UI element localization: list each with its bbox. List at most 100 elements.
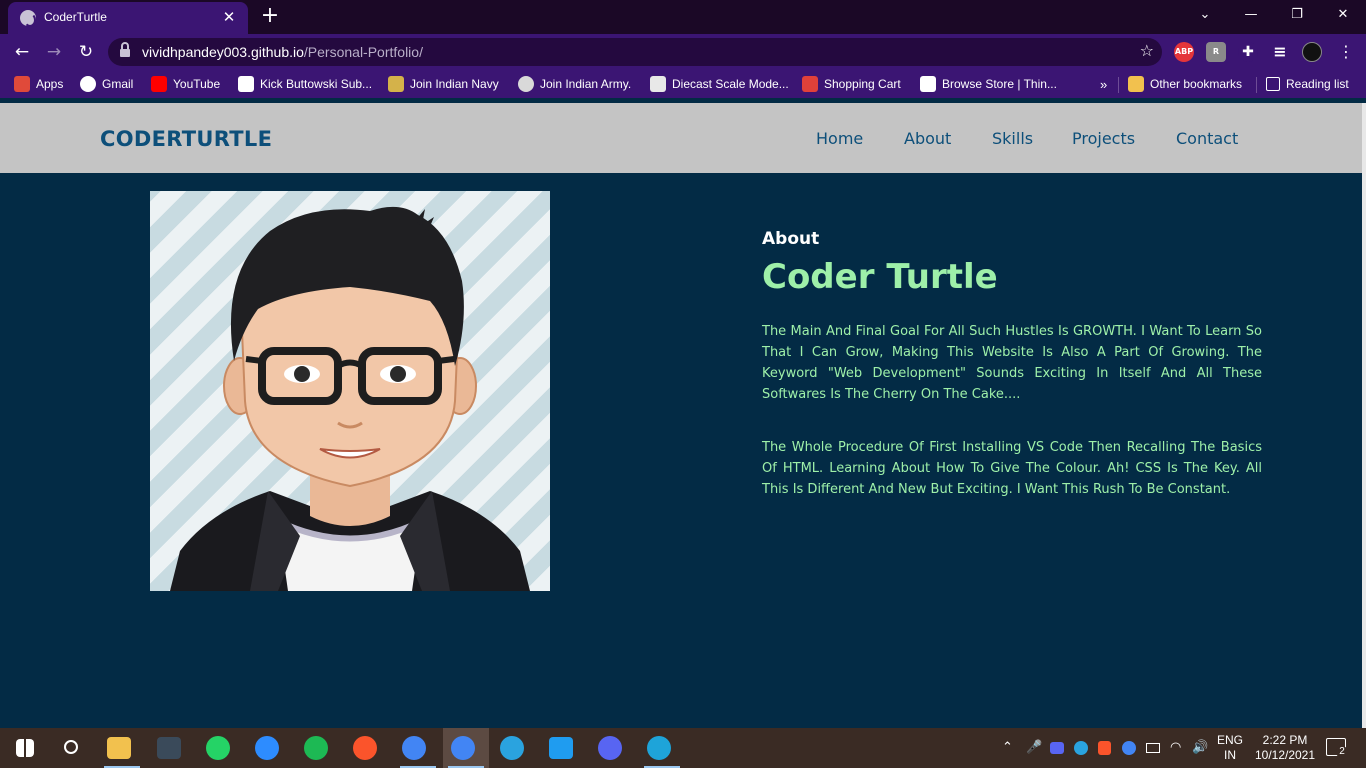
- discord-tray-icon[interactable]: [1050, 742, 1064, 754]
- chrome-profile-icon[interactable]: [451, 736, 475, 760]
- d-logo-icon: [238, 76, 254, 92]
- browser-tab[interactable]: CoderTurtle ✕: [8, 2, 248, 34]
- microphone-icon[interactable]: 🎤: [1026, 740, 1042, 755]
- close-window-button[interactable]: ✕: [1320, 0, 1366, 30]
- address-bar[interactable]: vividhpandey003.github.io/Personal-Portf…: [108, 38, 1162, 66]
- battery-icon[interactable]: [1146, 743, 1160, 753]
- brave-tray-icon[interactable]: [1098, 741, 1111, 755]
- system-clock[interactable]: 2:22 PM 10/12/2021: [1250, 733, 1320, 763]
- bookmark-label: Gmail: [102, 77, 134, 91]
- more-menu-icon[interactable]: ⋮: [1334, 40, 1358, 64]
- bookmark-item[interactable]: YouTube: [151, 75, 220, 93]
- bookmark-item[interactable]: Diecast Scale Mode...: [650, 75, 789, 93]
- search-icon[interactable]: [64, 740, 78, 754]
- nav-projects[interactable]: Projects: [1072, 129, 1135, 148]
- folder-icon: [1128, 76, 1144, 92]
- other-bookmarks-label: Other bookmarks: [1150, 77, 1243, 91]
- reading-list[interactable]: Reading list: [1266, 75, 1349, 93]
- profile-avatar-icon[interactable]: [1302, 42, 1322, 62]
- minimize-button[interactable]: —: [1228, 0, 1274, 30]
- page-scrollbar[interactable]: [1362, 103, 1366, 728]
- bookmark-item[interactable]: Join Indian Navy: [388, 75, 499, 93]
- whatsapp-icon[interactable]: [206, 736, 230, 760]
- file-explorer-icon[interactable]: [107, 737, 131, 759]
- cartoon-avatar-illustration: [170, 206, 530, 591]
- forward-button[interactable]: →: [42, 40, 66, 64]
- nav-about[interactable]: About: [904, 129, 951, 148]
- bookmark-label: Apps: [36, 77, 64, 91]
- windows-taskbar: ⌃ 🎤 ◠ 🔊 ENG IN 2:22 PM 10/12/2021 2: [0, 728, 1366, 768]
- bookmark-item[interactable]: Apps: [14, 75, 63, 93]
- telegram-tray-icon[interactable]: [1074, 741, 1088, 755]
- back-button[interactable]: ←: [10, 40, 34, 64]
- chrome-icon[interactable]: [402, 736, 426, 760]
- input-language[interactable]: ENG IN: [1214, 733, 1246, 763]
- media-icon[interactable]: ≡: [1270, 42, 1290, 62]
- google-icon: [80, 76, 96, 92]
- bookmark-label: Join Indian Army.: [540, 77, 632, 91]
- about-subtitle: About: [762, 229, 820, 249]
- discord-icon[interactable]: [598, 736, 622, 760]
- bookmark-item[interactable]: Kick Buttowski Sub...: [238, 75, 372, 93]
- puzzle-icon[interactable]: ✚: [1238, 42, 1258, 62]
- about-title: Coder Turtle: [762, 257, 998, 297]
- chrome-tray-icon[interactable]: [1122, 741, 1136, 755]
- url-text: vividhpandey003.github.io/Personal-Portf…: [142, 44, 423, 60]
- globe-icon: [20, 10, 36, 27]
- bookmark-label: Shopping Cart: [824, 77, 901, 91]
- url-path: /Personal-Portfolio/: [303, 44, 423, 60]
- nav-home[interactable]: Home: [816, 129, 863, 148]
- about-paragraph-2: The Whole Procedure Of First Installing …: [762, 440, 1262, 497]
- clock-time: 2:22 PM: [1262, 733, 1308, 747]
- volume-icon[interactable]: 🔊: [1192, 740, 1208, 755]
- reading-list-label: Reading list: [1286, 77, 1349, 91]
- browser-toolbar: ← → ↻ vividhpandey003.github.io/Personal…: [0, 34, 1366, 70]
- bookmarks-divider: [1118, 77, 1119, 93]
- new-tab-button[interactable]: +: [258, 4, 282, 28]
- url-host: vividhpandey003.github.io: [142, 44, 304, 60]
- bookmark-item[interactable]: Gmail: [80, 75, 133, 93]
- bookmark-star-icon[interactable]: ☆: [1140, 41, 1154, 60]
- nav-skills[interactable]: Skills: [992, 129, 1033, 148]
- edge-icon[interactable]: [647, 736, 671, 760]
- portfolio-page: CODERTURTLE Home About Skills Projects C…: [0, 103, 1362, 728]
- bookmark-label: Diecast Scale Mode...: [672, 77, 789, 91]
- about-paragraph-1: The Main And Final Goal For All Such Hus…: [762, 324, 1262, 402]
- site-navbar: CODERTURTLE Home About Skills Projects C…: [0, 103, 1362, 173]
- show-hidden-icons-chevron-icon[interactable]: ⌃: [1002, 740, 1013, 755]
- tab-title: CoderTurtle: [44, 10, 107, 24]
- bookmark-label: Join Indian Navy: [410, 77, 499, 91]
- browser-tab-strip: CoderTurtle ✕ + ⌄ — ❐ ✕: [0, 0, 1366, 34]
- wifi-icon[interactable]: ◠: [1170, 740, 1181, 755]
- reload-button[interactable]: ↻: [74, 40, 98, 64]
- bookmark-item[interactable]: Shopping Cart: [802, 75, 901, 93]
- other-bookmarks[interactable]: Other bookmarks: [1128, 75, 1242, 93]
- nav-contact[interactable]: Contact: [1176, 129, 1238, 148]
- bookmark-label: Browse Store | Thin...: [942, 77, 1057, 91]
- tab-search-icon[interactable]: ⌄: [1182, 0, 1228, 30]
- language-label: ENG: [1216, 733, 1243, 747]
- site-logo[interactable]: CODERTURTLE: [100, 127, 272, 151]
- vscode-icon[interactable]: [549, 737, 573, 759]
- terminal-app-icon[interactable]: [157, 737, 181, 759]
- bookmarks-bar: » Other bookmarks Reading list Apps Gmail…: [0, 70, 1366, 98]
- extension-r-icon[interactable]: R: [1206, 42, 1226, 62]
- bookmark-item[interactable]: Join Indian Army.: [518, 75, 631, 93]
- lock-icon: [120, 42, 130, 57]
- bookmark-item[interactable]: Browse Store | Thin...: [920, 75, 1057, 93]
- adblock-icon[interactable]: ABP: [1174, 42, 1194, 62]
- store-icon: [650, 76, 666, 92]
- profile-avatar-image: [150, 191, 550, 591]
- spotify-icon[interactable]: [304, 736, 328, 760]
- brave-icon[interactable]: [353, 736, 377, 760]
- telegram-icon[interactable]: [500, 736, 524, 760]
- bookmark-label: YouTube: [173, 77, 221, 91]
- bookmarks-overflow-icon[interactable]: »: [1100, 75, 1107, 93]
- zoom-icon[interactable]: [255, 736, 279, 760]
- navy-emblem-icon: [388, 76, 404, 92]
- restore-button[interactable]: ❐: [1274, 0, 1320, 30]
- bookmarks-divider: [1256, 77, 1257, 93]
- globe-icon: [518, 76, 534, 92]
- windows-start-icon[interactable]: [16, 739, 34, 757]
- tab-close-icon[interactable]: ✕: [220, 8, 238, 26]
